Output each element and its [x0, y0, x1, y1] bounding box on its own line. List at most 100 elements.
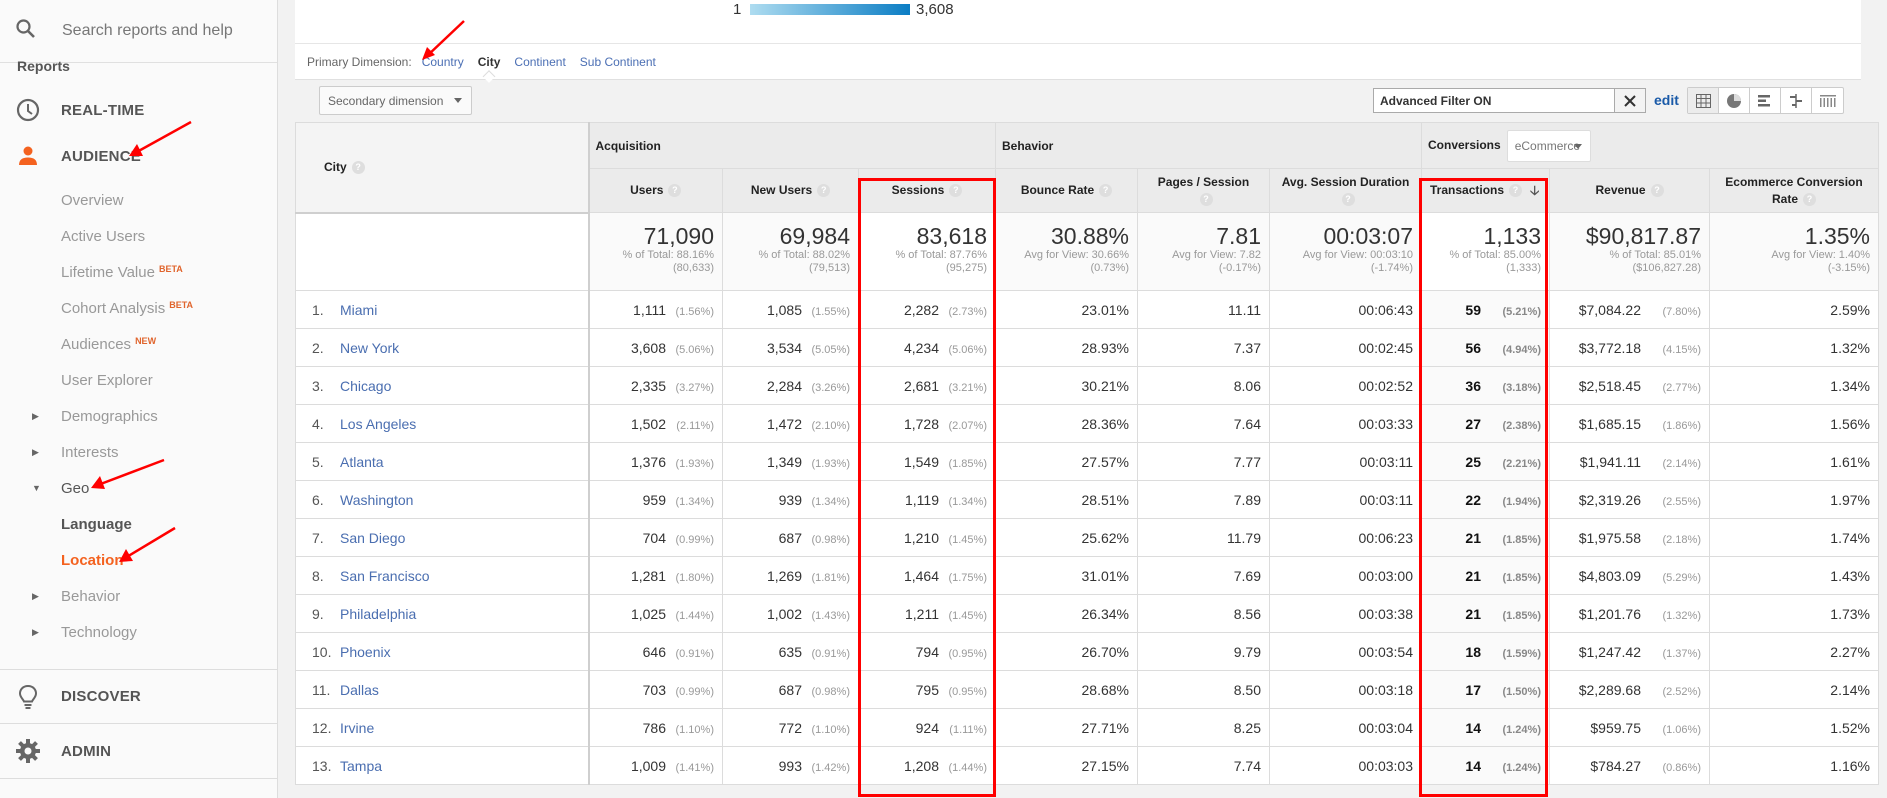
help-icon[interactable]: ? [1099, 184, 1113, 198]
comparison-view-button[interactable] [1781, 88, 1812, 113]
table-view-button[interactable] [1688, 88, 1719, 113]
help-icon[interactable]: ? [1341, 192, 1355, 206]
revenue-cell: $4,803.09 (5.29%) [1549, 556, 1710, 595]
advanced-filter-field[interactable]: Advanced Filter ON [1373, 88, 1615, 113]
new-badge: NEW [135, 336, 157, 346]
city-link[interactable]: Washington [340, 492, 413, 508]
city-link[interactable]: Miami [340, 302, 377, 318]
nav-realtime[interactable]: REAL-TIME [0, 88, 278, 132]
city-link[interactable]: San Diego [340, 530, 405, 546]
ecr-cell: 1.52% [1709, 708, 1879, 747]
nav-demographics[interactable]: ▶ Demographics [0, 398, 278, 434]
city-link[interactable]: Dallas [340, 682, 379, 698]
nav-audience[interactable]: AUDIENCE [0, 134, 278, 178]
users-column-header[interactable]: Users? [588, 168, 723, 213]
nav-technology[interactable]: ▶ Technology [0, 614, 278, 650]
dimension-sub-continent[interactable]: Sub Continent [580, 55, 656, 69]
sessions-cell: 795 (0.95%) [858, 670, 996, 709]
cell-percent: (1.10%) [675, 723, 714, 736]
nav-behavior[interactable]: ▶ Behavior [0, 578, 278, 614]
performance-view-button[interactable] [1750, 88, 1781, 113]
nav-discover[interactable]: DISCOVER [0, 670, 278, 724]
sessions-column-header[interactable]: Sessions? [858, 168, 996, 213]
dimension-city[interactable]: City [478, 55, 501, 69]
city-link[interactable]: San Francisco [340, 568, 429, 584]
page-scrollbar[interactable] [1879, 0, 1887, 798]
help-icon[interactable]: ? [949, 184, 963, 198]
table-row: 6. Washington 959 (1.34%) 939 (1.34%) 1,119 (1.… [295, 480, 1879, 519]
avg-duration-cell: 00:02:45 [1269, 328, 1422, 367]
city-link[interactable]: Irvine [340, 720, 374, 736]
search-input[interactable] [62, 22, 262, 40]
cell-value: 1,210 [903, 529, 939, 546]
edit-filter-link[interactable]: edit [1654, 92, 1679, 108]
cell-percent: (2.18%) [1662, 533, 1701, 546]
city-link[interactable]: Los Angeles [340, 416, 416, 432]
dimension-country[interactable]: Country [422, 55, 464, 69]
primary-dimension-label: Primary Dimension: [307, 54, 412, 69]
avg-duration-column-header[interactable]: Avg. Session Duration? [1269, 168, 1422, 213]
help-icon[interactable]: ? [1803, 192, 1816, 206]
new-users-column-header[interactable]: New Users? [722, 168, 859, 213]
nav-admin[interactable]: ADMIN [0, 724, 278, 779]
nav-audiences[interactable]: Audiences NEW [0, 326, 278, 362]
cell-value: 2,335 [630, 377, 666, 394]
cell-percent: (0.98%) [811, 685, 850, 698]
city-link[interactable]: New York [340, 340, 399, 356]
city-column-header[interactable]: City? [295, 122, 590, 214]
nav-user-explorer[interactable]: User Explorer [0, 362, 278, 398]
help-icon[interactable]: ? [351, 161, 365, 175]
city-link[interactable]: Atlanta [340, 454, 384, 470]
city-link[interactable]: Phoenix [340, 644, 391, 660]
cell-value: 786 [642, 719, 666, 736]
pivot-view-button[interactable] [1812, 88, 1843, 113]
help-icon[interactable]: ? [1509, 184, 1523, 198]
table-row: 13. Tampa 1,009 (1.41%) 993 (1.42%) 1,208 (1.44… [295, 746, 1879, 785]
cell-value: 1.34% [1830, 377, 1870, 394]
nav-active-users[interactable]: Active Users [0, 218, 278, 254]
nav-geo[interactable]: ▼ Geo [0, 470, 278, 506]
pages-session-column-header[interactable]: Pages / Session? [1137, 168, 1270, 213]
dimension-continent[interactable]: Continent [514, 55, 565, 69]
cell-percent: (1.34%) [675, 495, 714, 508]
help-icon[interactable]: ? [1650, 184, 1664, 198]
city-link[interactable]: Chicago [340, 378, 391, 394]
city-link[interactable]: Tampa [340, 758, 382, 774]
bounce-rate-column-header[interactable]: Bounce Rate? [995, 168, 1138, 213]
nav-cohort-analysis-label: Cohort Analysis [61, 299, 166, 317]
sort-descending-icon[interactable]: 🡣 [1530, 183, 1539, 198]
ecr-cell: 1.56% [1709, 404, 1879, 443]
secondary-dimension-dropdown[interactable]: Secondary dimension [319, 86, 472, 115]
search-icon[interactable] [14, 17, 38, 46]
pie-view-button[interactable] [1719, 88, 1750, 113]
nav-overview[interactable]: Overview [0, 182, 278, 218]
total-sessions: 83,618% of Total: 87.76% (95,275) [858, 212, 996, 291]
cell-percent: (1.24%) [1502, 723, 1541, 736]
nav-interests[interactable]: ▶ Interests [0, 434, 278, 470]
ecr-column-header[interactable]: Ecommerce Conversion Rate? [1709, 168, 1879, 213]
table-row: 8. San Francisco 1,281 (1.80%) 1,269 (1.81%) 1… [295, 556, 1879, 595]
cell-value: $1,201.76 [1578, 605, 1641, 622]
cell-value: 00:03:00 [1358, 567, 1414, 584]
ecr-header-label: Ecommerce Conversion Rate [1725, 174, 1863, 206]
total-detail: Avg for View: 00:03:10 [1302, 249, 1413, 261]
nav-cohort-analysis[interactable]: Cohort Analysis BETA [0, 290, 278, 326]
nav-location[interactable]: Location [0, 542, 278, 578]
help-icon[interactable]: ? [668, 184, 682, 198]
help-icon[interactable]: ? [817, 184, 831, 198]
pivot-icon [1819, 94, 1836, 107]
cell-value: 2,284 [766, 377, 802, 394]
cell-value: 794 [915, 643, 939, 660]
help-icon[interactable]: ? [1199, 192, 1213, 206]
avg-duration-cell: 00:06:23 [1269, 518, 1422, 557]
sessions-cell: 2,282 (2.73%) [858, 290, 996, 329]
revenue-column-header[interactable]: Revenue? [1549, 168, 1710, 213]
conversions-type-dropdown[interactable]: eCommerce [1506, 129, 1591, 162]
nav-language[interactable]: Language [0, 506, 278, 542]
city-link[interactable]: Philadelphia [340, 606, 416, 622]
clear-filter-button[interactable] [1615, 88, 1646, 113]
transactions-column-header[interactable]: Transactions? 🡣 [1421, 168, 1550, 213]
city-cell: 10. Phoenix [295, 632, 590, 671]
revenue-cell: $784.27 (0.86%) [1549, 746, 1710, 785]
nav-lifetime-value[interactable]: Lifetime Value BETA [0, 254, 278, 290]
